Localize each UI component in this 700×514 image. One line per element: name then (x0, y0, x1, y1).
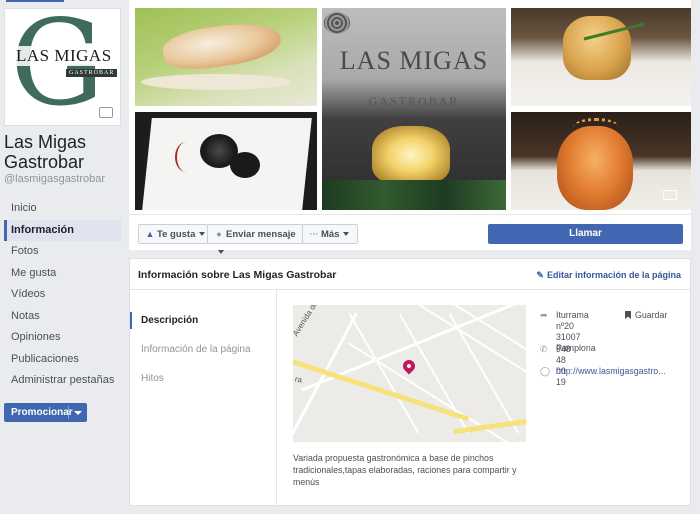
more-icon: ··· (309, 229, 319, 239)
send-message-button[interactable]: ● Enviar mensaje (207, 224, 303, 255)
location-pin-icon[interactable] (400, 357, 418, 375)
like-label: Te gusta (157, 229, 196, 240)
like-button[interactable]: ▲ Te gusta (138, 224, 208, 244)
more-label: Más (321, 229, 340, 240)
tab-descripcion[interactable]: Descripción (129, 312, 198, 329)
save-button[interactable]: Guardar (625, 310, 667, 320)
about-title: Información sobre Las Migas Gastrobar (138, 269, 337, 281)
dish-garnish (175, 142, 197, 172)
dish-food (200, 134, 238, 168)
edit-page-info-label: Editar información de la página (546, 270, 681, 280)
more-button[interactable]: ··· Más (302, 224, 358, 244)
bookmark-icon (625, 311, 631, 319)
call-button[interactable]: Llamar (488, 224, 683, 244)
ceiling-fan (324, 12, 350, 34)
location-map[interactable]: Avenida de ra (293, 305, 526, 442)
cover-tile-dish-3[interactable] (511, 8, 691, 106)
sidebar-item-fotos[interactable]: Fotos (4, 241, 121, 263)
logo-name: LAS MIGAS (14, 46, 114, 66)
pencil-icon: ✎ (536, 270, 544, 280)
chevron-down-icon[interactable] (74, 411, 82, 415)
address-line-1: Iturrama nº20 (556, 310, 589, 331)
sidebar-item-opiniones[interactable]: Opiniones (4, 327, 121, 349)
send-message-label: Enviar mensaje (226, 229, 296, 240)
logo-subtitle: GASTROBAR (66, 69, 117, 77)
camera-icon[interactable] (663, 190, 677, 200)
logo-letter: G (10, 12, 105, 122)
save-label: Guardar (635, 310, 668, 320)
cover-tile-dish-4[interactable] (511, 112, 691, 210)
sidebar-nav: Inicio Información Fotos Me gusta Vídeos… (4, 198, 121, 392)
promote-label: Promocionar (11, 407, 73, 418)
page-description: Variada propuesta gastronómica a base de… (293, 453, 517, 487)
tab-informacion-pagina[interactable]: Información de la página (141, 344, 251, 355)
promote-separator (68, 406, 69, 419)
promote-button[interactable]: Promocionar (4, 403, 87, 422)
sidebar-item-videos[interactable]: Vídeos (4, 284, 121, 306)
dish-sauce (141, 74, 291, 90)
cover-tile-dish-1[interactable] (135, 8, 317, 106)
cover-sign-main: LAS MIGAS (339, 46, 489, 75)
sidebar-item-inicio[interactable]: Inicio (4, 198, 121, 220)
chevron-down-icon (199, 232, 206, 237)
message-icon: ● (216, 229, 222, 239)
edit-page-info-link[interactable]: ✎ Editar información de la página (536, 270, 681, 281)
about-header: Información sobre Las Migas Gastrobar ✎ E… (130, 259, 690, 290)
map-label: Avenida de (293, 305, 320, 338)
action-bar: ▲ Te gusta ● Enviar mensaje ··· Más Llamar (129, 214, 691, 255)
directions-icon: ➦ (540, 310, 548, 320)
sidebar-item-publicaciones[interactable]: Publicaciones (4, 349, 121, 371)
map-label: ra (294, 374, 303, 385)
thumbs-up-icon: ▲ (145, 229, 155, 239)
globe-icon: ◯ (540, 366, 551, 376)
cover-photo[interactable]: LAS MIGAS GASTROBAR (129, 0, 691, 214)
logo: G LAS MIGAS GASTROBAR (8, 12, 117, 122)
sidebar-item-me-gusta[interactable]: Me gusta (4, 263, 121, 285)
dish-food (563, 16, 631, 80)
plants (322, 180, 506, 210)
camera-icon[interactable] (99, 107, 113, 118)
top-bar-accent (6, 0, 64, 2)
sidebar-item-notas[interactable]: Notas (4, 306, 121, 328)
cover-tile-dish-2[interactable] (135, 112, 317, 210)
chevron-down-icon (218, 250, 224, 255)
cover-sign-sub: GASTROBAR (368, 94, 460, 108)
page-handle[interactable]: @lasmigasgastrobar (4, 173, 105, 185)
sidebar-item-administrar-pestanas[interactable]: Administrar pestañas (4, 370, 121, 392)
dish-food (557, 126, 633, 210)
cover-tile-interior[interactable]: LAS MIGAS GASTROBAR (322, 8, 506, 210)
chevron-down-icon (343, 232, 350, 237)
tab-hitos[interactable]: Hitos (141, 373, 164, 384)
profile-picture[interactable]: G LAS MIGAS GASTROBAR (4, 8, 121, 126)
phone-icon: ✆ (540, 344, 548, 354)
lamp (372, 126, 450, 184)
dish-food (160, 17, 284, 75)
about-panel: Información sobre Las Migas Gastrobar ✎ E… (129, 258, 691, 506)
about-tabs: Descripción Información de la página Hit… (129, 290, 277, 506)
dish-garnish (573, 118, 619, 136)
sidebar-item-informacion[interactable]: Información (4, 219, 121, 241)
page-title: Las Migas Gastrobar (4, 132, 87, 172)
website-link[interactable]: http://www.lasmigasgastro... (556, 366, 666, 377)
